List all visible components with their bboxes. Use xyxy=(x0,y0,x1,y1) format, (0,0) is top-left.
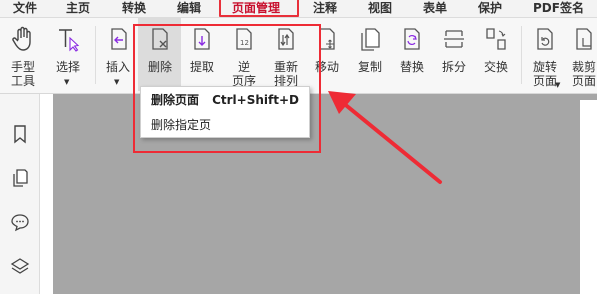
swap-page-icon xyxy=(486,28,506,50)
rotate-page-icon xyxy=(537,28,553,50)
swap-page-label: 交换 xyxy=(483,60,508,74)
select-button[interactable]: 选择 ▼ xyxy=(50,18,86,94)
pages-icon[interactable] xyxy=(10,168,30,188)
ribbon-separator xyxy=(95,26,96,84)
split-page-label: 拆分 xyxy=(441,60,466,74)
annotation-arrow-icon xyxy=(328,91,442,184)
select-caret-icon: ▼ xyxy=(64,78,70,86)
comment-icon[interactable] xyxy=(10,212,30,232)
hand-tool-button[interactable]: 手型 工具 xyxy=(6,18,40,94)
panel-gap xyxy=(41,94,53,294)
menu-edit[interactable]: 编辑 xyxy=(177,0,201,18)
rotate-caret-icon: ▼ xyxy=(555,81,561,89)
menu-form[interactable]: 表单 xyxy=(423,0,447,18)
replace-page-label: 替换 xyxy=(399,60,424,74)
copy-page-icon xyxy=(361,28,380,51)
hand-icon xyxy=(12,26,31,51)
insert-page-button[interactable]: 插入 ▼ xyxy=(101,18,135,94)
menu-view[interactable]: 视图 xyxy=(368,0,392,18)
insert-page-label: 插入 xyxy=(105,60,130,74)
menu-convert[interactable]: 转换 xyxy=(122,0,146,18)
bookmark-icon[interactable] xyxy=(10,124,30,144)
menu-comment[interactable]: 注释 xyxy=(313,0,337,18)
active-tab-highlight xyxy=(219,0,299,17)
menu-file[interactable]: 文件 xyxy=(13,0,37,18)
text-select-icon xyxy=(59,29,80,52)
menu-pdf-sign[interactable]: PDF签名 xyxy=(533,0,584,18)
crop-page-label: 裁剪 页面 xyxy=(571,60,596,88)
rotate-page-button[interactable]: 旋转 页面 ▼ xyxy=(528,18,562,94)
left-panel xyxy=(0,94,40,294)
split-page-icon xyxy=(444,30,464,48)
crop-page-icon xyxy=(576,28,592,50)
menu-protect[interactable]: 保护 xyxy=(478,0,502,18)
crop-page-button[interactable]: 裁剪 页面 xyxy=(568,18,597,94)
insert-page-icon xyxy=(111,28,127,50)
document-page[interactable] xyxy=(580,100,597,294)
copy-page-label: 复制 xyxy=(357,60,382,74)
insert-caret-icon: ▼ xyxy=(114,78,120,86)
hand-tool-label: 手型 工具 xyxy=(11,60,36,88)
swap-page-button[interactable]: 交换 xyxy=(479,18,513,94)
layers-icon[interactable] xyxy=(10,257,30,277)
ribbon-separator-2 xyxy=(521,26,522,84)
annotation-highlight-box xyxy=(133,24,321,153)
replace-page-icon xyxy=(404,28,420,50)
select-label: 选择 xyxy=(55,60,80,74)
menu-home[interactable]: 主页 xyxy=(66,0,90,18)
